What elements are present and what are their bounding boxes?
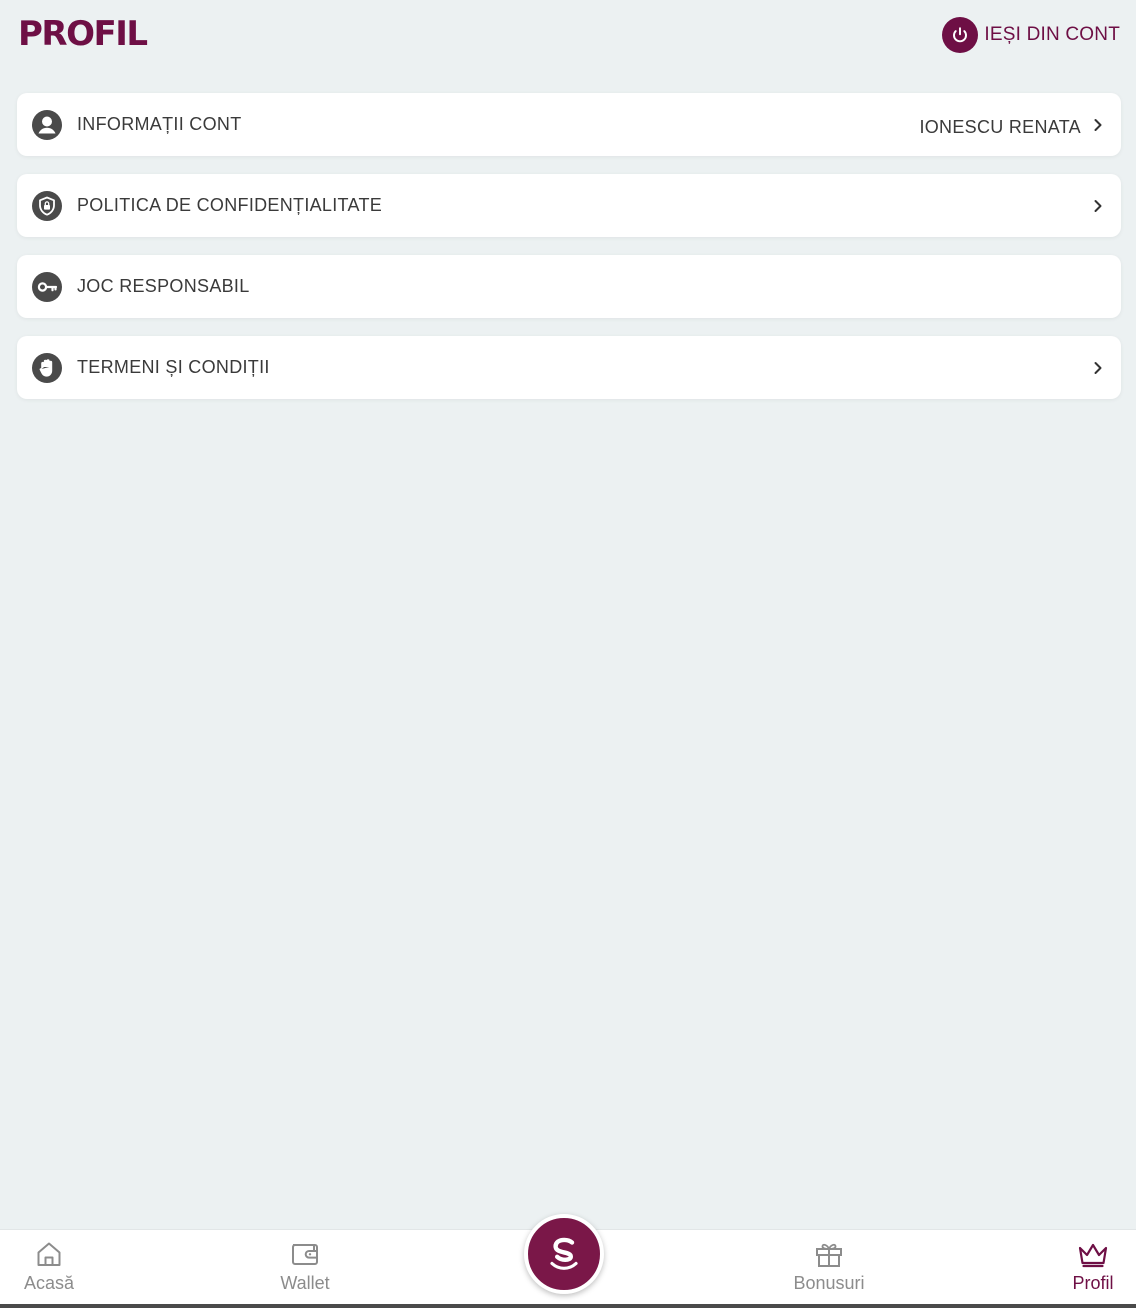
nav-item-profile[interactable]: Profil bbox=[1033, 1230, 1136, 1304]
logout-label: IEȘI DIN CONT bbox=[984, 24, 1120, 45]
menu-item-label: INFORMAȚII CONT bbox=[77, 114, 242, 134]
chevron-right-icon bbox=[1091, 118, 1105, 132]
home-indicator-bar bbox=[0, 1304, 1136, 1308]
nav-label: Wallet bbox=[280, 1273, 330, 1293]
logout-button[interactable]: IEȘI DIN CONT bbox=[942, 17, 1120, 53]
menu-item-right bbox=[1091, 361, 1105, 375]
home-icon bbox=[37, 1242, 61, 1266]
profile-menu: INFORMAȚII CONT IONESCU RENATA POLITICA … bbox=[17, 93, 1121, 399]
crown-icon bbox=[1078, 1243, 1108, 1268]
center-brand-button[interactable] bbox=[524, 1214, 604, 1294]
account-holder-name: IONESCU RENATA bbox=[919, 116, 1081, 137]
nav-label: Profil bbox=[1072, 1273, 1114, 1293]
gift-icon bbox=[816, 1243, 842, 1267]
chevron-right-icon bbox=[1091, 199, 1105, 213]
page-title: PROFIL bbox=[18, 14, 148, 54]
menu-item-right bbox=[1091, 199, 1105, 213]
brand-s-logo-icon bbox=[550, 1237, 578, 1270]
menu-item-privacy-policy[interactable]: POLITICA DE CONFIDENȚIALITATE bbox=[17, 174, 1121, 237]
menu-item-label: TERMENI ȘI CONDIȚII bbox=[77, 357, 270, 377]
key-icon bbox=[32, 271, 62, 302]
menu-item-responsible-gaming[interactable]: JOC RESPONSABIL bbox=[17, 255, 1121, 318]
nav-item-bonuses[interactable]: Bonusuri bbox=[769, 1230, 889, 1304]
user-icon bbox=[32, 109, 62, 140]
profile-page: PROFIL IEȘI DIN CONT INFORMAȚII CONT ION… bbox=[0, 0, 1136, 1308]
menu-item-label: POLITICA DE CONFIDENȚIALITATE bbox=[77, 195, 383, 215]
shield-lock-icon bbox=[32, 190, 62, 221]
hand-icon bbox=[32, 352, 62, 383]
menu-item-account-info[interactable]: INFORMAȚII CONT IONESCU RENATA bbox=[17, 93, 1121, 156]
header: PROFIL IEȘI DIN CONT bbox=[0, 0, 1136, 80]
nav-label: Acasă bbox=[23, 1273, 75, 1293]
power-icon bbox=[942, 17, 979, 53]
menu-item-right: IONESCU RENATA bbox=[919, 112, 1105, 138]
nav-item-home[interactable]: Acasă bbox=[0, 1230, 109, 1304]
menu-item-label: JOC RESPONSABIL bbox=[77, 276, 250, 296]
nav-label: Bonusuri bbox=[793, 1273, 865, 1293]
chevron-right-icon bbox=[1091, 361, 1105, 375]
menu-item-terms-conditions[interactable]: TERMENI ȘI CONDIȚII bbox=[17, 336, 1121, 399]
nav-item-wallet[interactable]: Wallet bbox=[245, 1230, 365, 1304]
wallet-icon bbox=[292, 1244, 318, 1265]
